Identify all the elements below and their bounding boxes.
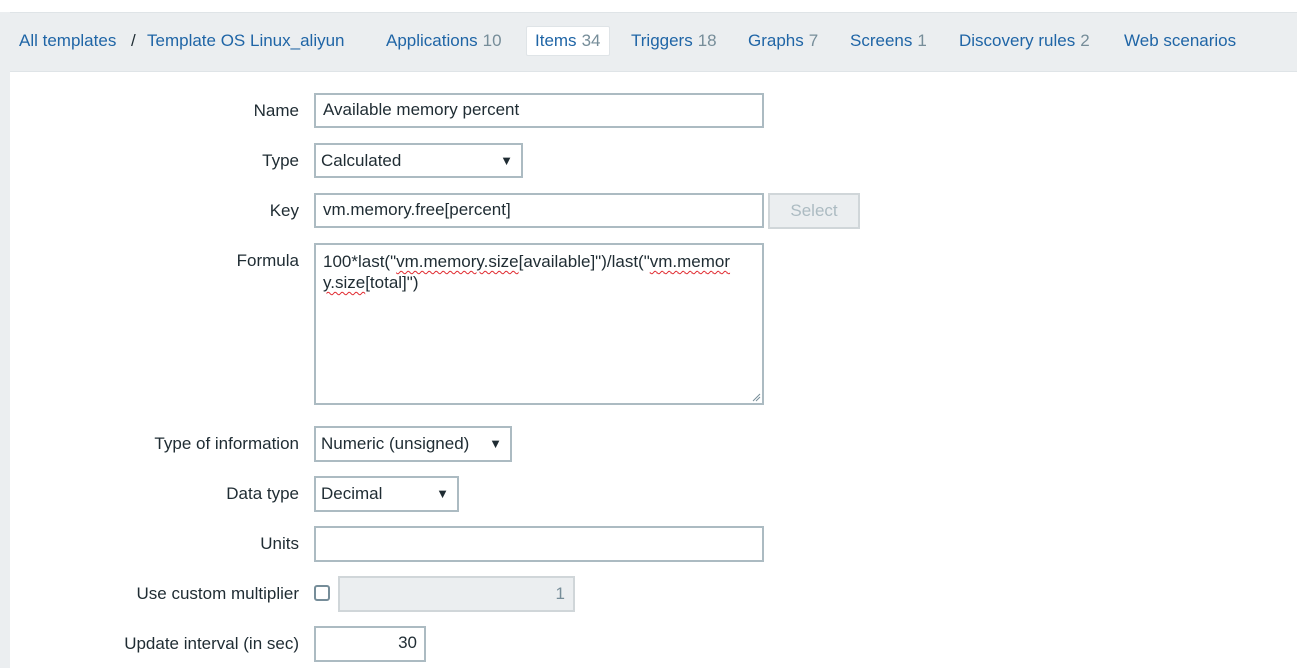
update-interval-input[interactable]: 30 xyxy=(314,626,426,662)
type-of-information-label: Type of information xyxy=(154,434,299,453)
tab-items-count: 34 xyxy=(581,31,601,50)
data-type-value: Decimal xyxy=(321,484,383,503)
tab-discovery-rules-label: Discovery rules xyxy=(959,31,1076,50)
key-input[interactable]: vm.memory.free[percent] xyxy=(314,193,764,228)
units-label: Units xyxy=(260,534,299,553)
tab-graphs-label: Graphs xyxy=(748,31,804,50)
select-button[interactable]: Select xyxy=(768,193,860,229)
formula-text-5: y.size xyxy=(323,273,366,292)
tab-web-scenarios-label: Web scenarios xyxy=(1124,31,1237,50)
formula-text-4: vm.memor xyxy=(649,252,731,271)
type-label: Type xyxy=(262,151,299,170)
chevron-down-icon: ▼ xyxy=(500,153,513,168)
breadcrumb-template-name[interactable]: Template OS Linux_aliyun xyxy=(147,31,345,51)
formula-textarea[interactable]: 100*last("vm.memory.size[available]")/la… xyxy=(314,243,764,405)
formula-label: Formula xyxy=(236,251,299,270)
top-strip xyxy=(0,0,1297,12)
tab-applications[interactable]: Applications 10 xyxy=(386,31,502,51)
tab-triggers[interactable]: Triggers 18 xyxy=(631,31,717,51)
breadcrumb-all-templates[interactable]: All templates xyxy=(19,31,116,51)
tab-applications-count: 10 xyxy=(482,31,502,50)
tab-graphs[interactable]: Graphs 7 xyxy=(748,31,818,51)
name-input[interactable]: Available memory percent xyxy=(314,93,764,128)
type-select-value: Calculated xyxy=(321,151,402,170)
formula-text-3: [available]")/last(" xyxy=(518,252,650,271)
chevron-down-icon: ▼ xyxy=(436,486,449,501)
tab-screens-count: 1 xyxy=(917,31,927,50)
update-interval-label: Update interval (in sec) xyxy=(124,634,299,653)
custom-multiplier-checkbox[interactable] xyxy=(314,585,330,601)
formula-text-6: [total]") xyxy=(365,273,419,292)
tab-screens[interactable]: Screens 1 xyxy=(850,31,927,51)
chevron-down-icon: ▼ xyxy=(489,436,502,451)
type-select[interactable]: Calculated ▼ xyxy=(314,143,523,178)
key-label: Key xyxy=(269,201,299,220)
formula-text-2: vm.memory.size xyxy=(396,252,519,271)
tab-applications-label: Applications xyxy=(386,31,478,50)
tab-web-scenarios[interactable]: Web scenarios xyxy=(1124,31,1236,51)
tab-items[interactable]: Items 34 xyxy=(535,31,600,51)
resize-grip-icon[interactable] xyxy=(751,392,761,402)
type-of-information-select[interactable]: Numeric (unsigned) ▼ xyxy=(314,426,512,462)
type-of-information-value: Numeric (unsigned) xyxy=(321,434,470,453)
tab-discovery-rules-count: 2 xyxy=(1080,31,1090,50)
data-type-select[interactable]: Decimal ▼ xyxy=(314,476,459,512)
tab-items-label: Items xyxy=(535,31,577,50)
breadcrumb-separator: / xyxy=(131,31,136,50)
name-label: Name xyxy=(253,101,299,120)
tab-discovery-rules[interactable]: Discovery rules 2 xyxy=(959,31,1090,51)
tab-items-active[interactable]: Items 34 xyxy=(526,26,610,56)
units-input[interactable] xyxy=(314,526,764,562)
data-type-label: Data type xyxy=(226,484,299,503)
tab-screens-label: Screens xyxy=(850,31,913,50)
tab-graphs-count: 7 xyxy=(808,31,819,50)
custom-multiplier-input[interactable]: 1 xyxy=(338,576,575,612)
formula-text-1: 100*last(" xyxy=(323,252,397,271)
tab-triggers-label: Triggers xyxy=(631,31,693,50)
tab-triggers-count: 18 xyxy=(697,31,717,50)
custom-multiplier-label: Use custom multiplier xyxy=(136,584,300,603)
page: All templates / Template OS Linux_aliyun… xyxy=(0,0,1297,668)
breadcrumb-tabs-bar: All templates / Template OS Linux_aliyun… xyxy=(0,13,1297,71)
